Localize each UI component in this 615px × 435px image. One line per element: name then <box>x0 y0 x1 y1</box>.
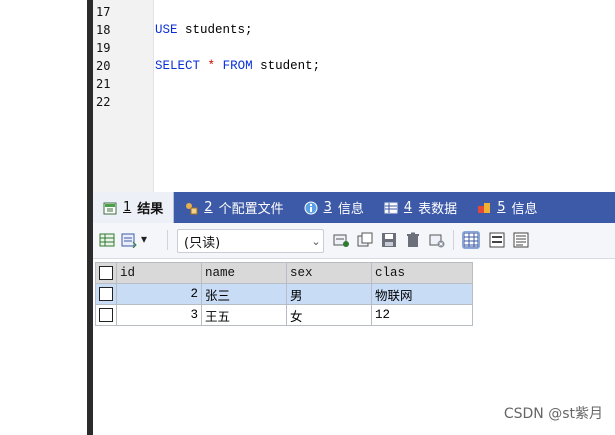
tab-number: 4 <box>403 200 413 215</box>
tab-label: 个配置文件 <box>218 202 284 217</box>
checkbox-icon <box>99 265 113 280</box>
tab-label: 表数据 <box>418 202 458 217</box>
row-checkbox[interactable] <box>95 283 117 305</box>
result-icon <box>103 202 117 214</box>
column-header-id[interactable]: id <box>116 262 202 284</box>
column-header-clas[interactable]: clas <box>371 262 473 284</box>
info-icon-2 <box>478 202 491 213</box>
cell-clas[interactable]: 物联网 <box>371 283 473 305</box>
cell-name[interactable]: 王五 <box>201 304 287 326</box>
result-table: id name sex clas 2 张三 男 物联网 3 王五 女 12 <box>95 262 473 326</box>
add-row-icon[interactable] <box>333 232 349 248</box>
tab-label: 结果 <box>137 202 164 217</box>
tab-profiles[interactable]: 2 个配置文件 <box>174 192 293 223</box>
column-header-name[interactable]: name <box>201 262 287 284</box>
checkbox-icon <box>99 286 113 301</box>
chevron-down-icon: ⌄ <box>311 234 321 248</box>
form-mode-icon[interactable] <box>489 232 505 248</box>
readonly-mode-select[interactable]: (只读) ⌄ <box>177 229 324 253</box>
checkbox-icon <box>99 307 113 322</box>
code-line-use[interactable]: USE students; <box>155 21 253 39</box>
cell-id[interactable]: 3 <box>116 304 202 326</box>
cancel-changes-icon[interactable] <box>429 232 445 248</box>
table-data-icon <box>384 202 398 213</box>
delete-icon[interactable] <box>405 232 421 248</box>
line-number: 22 <box>96 95 111 109</box>
results-toolbar: ▾ (只读) ⌄ <box>93 223 615 259</box>
tab-results[interactable]: 1 结果 <box>93 192 175 223</box>
save-icon[interactable] <box>381 232 397 248</box>
export-icon[interactable] <box>121 232 137 248</box>
line-gutter: 17 18 19 20 21 22 <box>93 0 154 192</box>
grid-mode-icon[interactable] <box>462 231 480 249</box>
text-mode-icon[interactable] <box>513 232 529 248</box>
code-line-select[interactable]: SELECT * FROM student; <box>155 57 320 75</box>
results-tabbar: 1 结果 2 个配置文件 3 信息 4 表数据 5 信息 <box>93 192 615 223</box>
tab-number: 5 <box>497 200 506 215</box>
watermark: CSDN @st紫月 <box>503 406 603 422</box>
operator: * <box>207 59 216 73</box>
tab-table-data[interactable]: 4 表数据 <box>374 192 467 223</box>
info-icon <box>304 201 318 214</box>
tab-info-2[interactable]: 5 信息 <box>467 192 547 223</box>
keyword: FROM <box>222 59 253 73</box>
row-checkbox[interactable] <box>95 304 117 326</box>
code-text: student; <box>252 59 321 73</box>
tab-number: 1 <box>123 200 132 215</box>
line-number: 17 <box>96 5 111 19</box>
sql-editor[interactable]: 17 18 19 20 21 22 USE students; SELECT *… <box>93 0 615 192</box>
header-row: id name sex clas <box>95 262 473 284</box>
profile-icon <box>186 202 198 214</box>
cell-clas[interactable]: 12 <box>371 304 473 326</box>
line-number: 19 <box>96 41 111 55</box>
select-all-checkbox[interactable] <box>95 262 117 284</box>
toolbar-divider <box>453 230 454 250</box>
mode-select-value: (只读) <box>184 235 221 251</box>
code-text: students; <box>177 23 253 37</box>
column-header-sex[interactable]: sex <box>286 262 372 284</box>
tab-label: 信息 <box>337 202 364 217</box>
duplicate-row-icon[interactable] <box>357 232 373 248</box>
tab-label: 信息 <box>511 202 538 217</box>
table-row[interactable]: 3 王五 女 12 <box>95 304 473 326</box>
line-number: 20 <box>96 59 111 73</box>
cell-sex[interactable]: 男 <box>286 283 372 305</box>
cell-sex[interactable]: 女 <box>286 304 372 326</box>
line-number: 18 <box>96 23 111 37</box>
chevron-down-icon[interactable]: ▾ <box>141 232 147 246</box>
tab-number: 3 <box>323 200 332 215</box>
keyword: SELECT <box>155 59 201 73</box>
query-window: 17 18 19 20 21 22 USE students; SELECT *… <box>0 0 615 435</box>
cell-id[interactable]: 2 <box>116 283 202 305</box>
tab-info[interactable]: 3 信息 <box>294 192 374 223</box>
cell-name[interactable]: 张三 <box>201 283 287 305</box>
result-grid: id name sex clas 2 张三 男 物联网 3 王五 女 12 <box>95 262 473 326</box>
table-row[interactable]: 2 张三 男 物联网 <box>95 283 473 305</box>
keyword: USE <box>155 23 178 37</box>
grid-view-icon[interactable] <box>99 232 115 248</box>
toolbar-divider <box>167 230 168 250</box>
tab-number: 2 <box>204 200 213 215</box>
line-number: 21 <box>96 77 111 91</box>
